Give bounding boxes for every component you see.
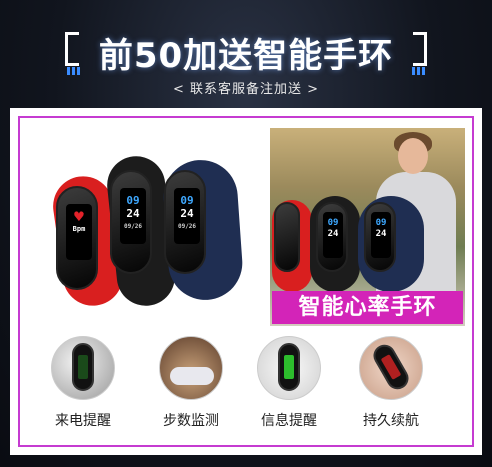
shoe-shape — [170, 367, 214, 385]
heart-screen: ♥ Bpm — [66, 204, 92, 260]
feature-label: 步数监测 — [163, 413, 219, 429]
content-frame: ♥ Bpm 09 24 09/26 09 24 09/26 09 24 09 2… — [10, 108, 482, 455]
promo-screen-1: 09 24 — [323, 212, 343, 258]
date-text: 09/26 — [123, 223, 143, 230]
promo-screen-2: 09 24 — [371, 212, 391, 258]
feature-call-reminder: 来电提醒 — [38, 336, 128, 430]
mini-screen — [78, 355, 88, 379]
promo-navy-pod: 09 24 — [364, 202, 396, 272]
title-text: 前50加送智能手环 — [98, 36, 394, 76]
time-minute: 24 — [126, 207, 140, 220]
feature-list: 来电提醒 步数监测 信息提醒 持久续航 — [38, 336, 458, 436]
mini-band — [72, 343, 94, 391]
promo-black-pod: 09 24 — [316, 202, 348, 272]
message-icon — [257, 336, 321, 400]
mini-band — [278, 343, 300, 391]
runner-head — [398, 138, 428, 174]
header: 前50加送智能手环 < 联系客服备注加送 > — [0, 0, 492, 108]
promo-red-pod — [274, 202, 300, 272]
promo-image: 09 24 09 24 智能心率手环 — [270, 128, 465, 326]
time-hour: 09 — [180, 194, 194, 207]
shoe-steps-icon — [159, 336, 223, 400]
feature-step-count: 步数监测 — [146, 336, 236, 430]
time-minute: 24 — [327, 229, 339, 239]
subtitle: < 联系客服备注加送 > — [172, 82, 320, 97]
time-hour: 09 — [327, 218, 339, 228]
feature-label: 信息提醒 — [261, 413, 317, 429]
product-bands-image: ♥ Bpm 09 24 09/26 09 24 09/26 — [48, 153, 258, 316]
mini-screen — [380, 354, 402, 380]
dots-left-icon — [66, 67, 80, 75]
promo-label: 智能心率手环 — [272, 291, 463, 324]
bracket-left-icon — [64, 32, 79, 66]
date-text: 09/26 — [177, 223, 197, 230]
black-band-pod: 09 24 09/26 — [110, 170, 152, 274]
feature-battery-life: 持久续航 — [346, 336, 436, 430]
time-hour: 09 — [126, 194, 140, 207]
red-band-pod: ♥ Bpm — [56, 186, 98, 290]
page-title: 前50加送智能手环 — [57, 28, 435, 77]
heart-icon: ♥ — [74, 207, 84, 226]
bracket-right-icon — [413, 32, 428, 66]
mini-band — [369, 340, 413, 394]
title-wrap: 前50加送智能手环 — [0, 28, 492, 77]
battery-icon — [359, 336, 423, 400]
dots-right-icon — [412, 67, 426, 75]
feature-message-reminder: 信息提醒 — [244, 336, 334, 430]
promo-bands: 09 24 09 24 — [272, 196, 447, 300]
phone-call-icon — [51, 336, 115, 400]
feature-label: 持久续航 — [363, 413, 419, 429]
time-screen-1: 09 24 09/26 — [120, 188, 146, 244]
feature-label: 来电提醒 — [55, 413, 111, 429]
time-minute: 24 — [180, 207, 194, 220]
time-screen-2: 09 24 09/26 — [174, 188, 200, 244]
time-minute: 24 — [375, 229, 387, 239]
navy-band-pod: 09 24 09/26 — [164, 170, 206, 274]
time-hour: 09 — [375, 218, 387, 228]
mini-screen — [284, 355, 294, 379]
bpm-text: Bpm — [72, 225, 86, 233]
